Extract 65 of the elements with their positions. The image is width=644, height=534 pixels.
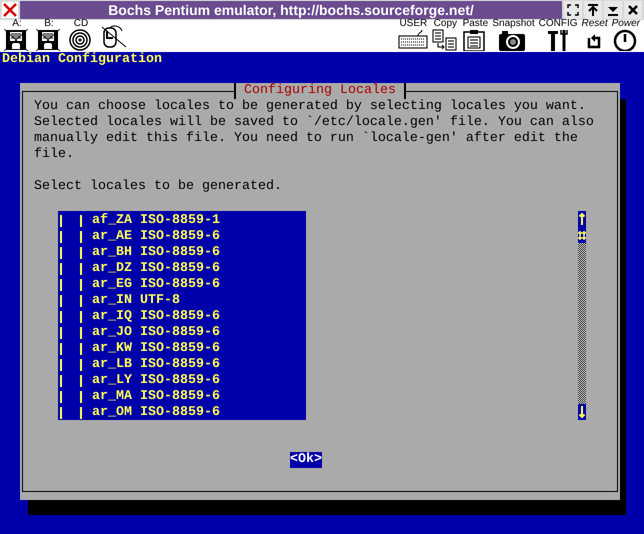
locale-name[interactable]: ar_MA (92, 389, 132, 405)
button-label: B: (44, 19, 54, 29)
locale-name[interactable]: af_ZA (92, 213, 132, 229)
floppy-icon[interactable] (4, 29, 30, 51)
power-icon[interactable] (612, 29, 639, 51)
button-label: Reset (582, 19, 608, 29)
checkbox[interactable] (60, 327, 82, 339)
tools-icon[interactable] (547, 29, 570, 51)
locale-name[interactable]: ar_IQ (92, 309, 132, 325)
button-label: Power (612, 19, 640, 29)
checkbox[interactable] (60, 375, 82, 387)
dialog-description: You can choose locales to be generated by selecting locales you want. Selected locales will be saved to `/etc/locale.gen' file. You can also manually edit this file. You need to run `locale-gen' after edit the file. (34, 99, 595, 163)
locale-name[interactable]: ar_IN (92, 293, 132, 309)
checkbox[interactable] (60, 263, 82, 275)
charset-text: ISO-8859-6 (140, 229, 220, 245)
charset-text: ISO-8859-6 (140, 341, 220, 357)
button-label: CONFIG (538, 19, 578, 29)
floppy-icon[interactable] (36, 29, 62, 51)
locale-name[interactable]: ar_KW (92, 341, 132, 357)
window-title: Bochs Pentium emulator, http://bochs.sourceforge.net/ (108, 3, 474, 17)
locale-name[interactable]: ar_DZ (92, 261, 132, 277)
close-icon[interactable] (624, 1, 642, 19)
charset-text: ISO-8859-6 (140, 373, 220, 389)
checkbox[interactable] (60, 359, 82, 371)
button-label: A: (12, 19, 22, 29)
prompt-text: Select locales to be generated. (34, 179, 282, 195)
locale-name[interactable]: ar_EG (92, 277, 132, 293)
checkbox[interactable] (60, 391, 82, 403)
button-label: USER (399, 19, 428, 29)
checkbox[interactable] (60, 311, 82, 323)
raise-icon[interactable] (584, 1, 602, 19)
locale-name[interactable]: ar_JO (92, 325, 132, 341)
checkbox[interactable] (60, 295, 82, 307)
charset-text: ISO-8859-6 (140, 277, 220, 293)
button-label: Copy (434, 19, 458, 29)
button-label: Paste (462, 19, 488, 29)
charset-text: ISO-8859-6 (140, 309, 220, 325)
keyboard-icon[interactable] (398, 29, 428, 51)
checkbox[interactable] (60, 215, 82, 227)
charset-text: ISO-8859-6 (140, 261, 220, 277)
charset-text: ISO-8859-6 (140, 245, 220, 261)
checkbox[interactable] (60, 279, 82, 291)
minimize-icon[interactable] (604, 1, 622, 19)
checkbox[interactable] (60, 343, 82, 355)
charset-text: ISO-8859-6 (140, 405, 220, 421)
checkbox[interactable] (60, 247, 82, 259)
charset-text: ISO-8859-6 (140, 325, 220, 341)
locale-name[interactable]: ar_LB (92, 357, 132, 373)
button-label: Snapshot (492, 19, 535, 29)
checkbox[interactable] (60, 231, 82, 243)
charset-text: ISO-8859-6 (140, 357, 220, 373)
dialog-title: Configuring Locales (234, 83, 406, 99)
copy-icon[interactable] (432, 29, 458, 51)
charset-text: UTF-8 (140, 293, 180, 309)
locale-name[interactable]: ar_AE (92, 229, 132, 245)
button-label: CD (74, 19, 88, 29)
maximize-icon[interactable] (564, 1, 582, 19)
charset-text: ISO-8859-1 (140, 213, 220, 229)
locale-name[interactable]: ar_BH (92, 245, 132, 261)
console-heading: Debian Configuration (2, 52, 162, 68)
charset-text: ISO-8859-6 (140, 389, 220, 405)
checkbox[interactable] (60, 407, 82, 419)
locale-name[interactable]: ar_OM (92, 405, 132, 421)
ok-button[interactable]: <Ok> (290, 452, 322, 468)
locale-name[interactable]: ar_LY (92, 373, 132, 389)
